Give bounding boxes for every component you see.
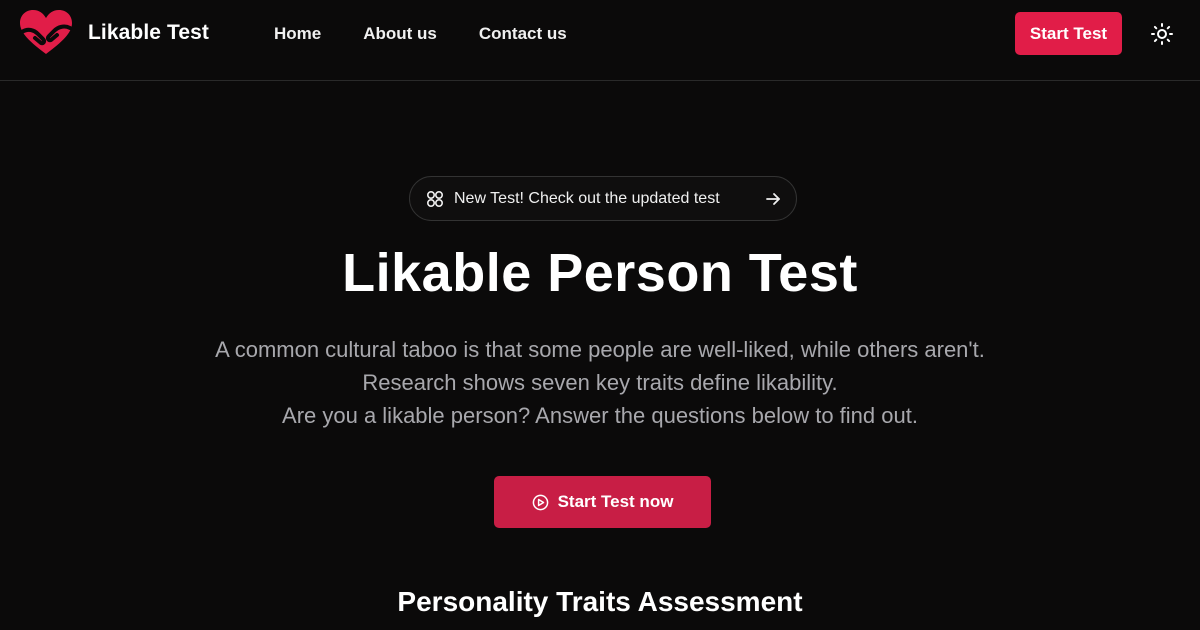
shapes-icon [426, 190, 444, 208]
top-navbar: Likable Test Home About us Contact us St… [0, 0, 1200, 81]
start-test-now-button[interactable]: Start Test now [494, 476, 711, 528]
nav-about-link[interactable]: About us [363, 22, 437, 46]
main-nav: Home About us Contact us [274, 22, 609, 46]
heart-hands-logo-icon [20, 10, 72, 54]
theme-toggle-button[interactable] [1147, 19, 1177, 49]
hero-description-line: Are you a likable person? Answer the que… [282, 403, 918, 428]
nav-contact-link[interactable]: Contact us [479, 22, 567, 46]
section-title: Personality Traits Assessment [397, 586, 803, 617]
sun-icon [1151, 23, 1173, 45]
start-test-button[interactable]: Start Test [1015, 12, 1122, 55]
hero-section: New Test! Check out the updated test Lik… [0, 81, 1200, 630]
hero-description-line: A common cultural taboo is that some peo… [215, 337, 985, 362]
hero-description: A common cultural taboo is that some peo… [0, 333, 1200, 432]
nav-home-link[interactable]: Home [274, 22, 321, 46]
announcement-pill[interactable]: New Test! Check out the updated test [409, 176, 797, 221]
arrow-right-icon [766, 193, 780, 205]
hero-description-line: Research shows seven key traits define l… [362, 370, 838, 395]
brand-name: Likable Test [88, 21, 210, 44]
page-title: Likable Person Test [342, 243, 858, 303]
brand[interactable]: Likable Test [16, 8, 209, 58]
play-circle-icon [532, 494, 548, 510]
announcement-text: New Test! Check out the updated test [454, 190, 720, 207]
start-test-now-label: Start Test now [557, 492, 674, 511]
